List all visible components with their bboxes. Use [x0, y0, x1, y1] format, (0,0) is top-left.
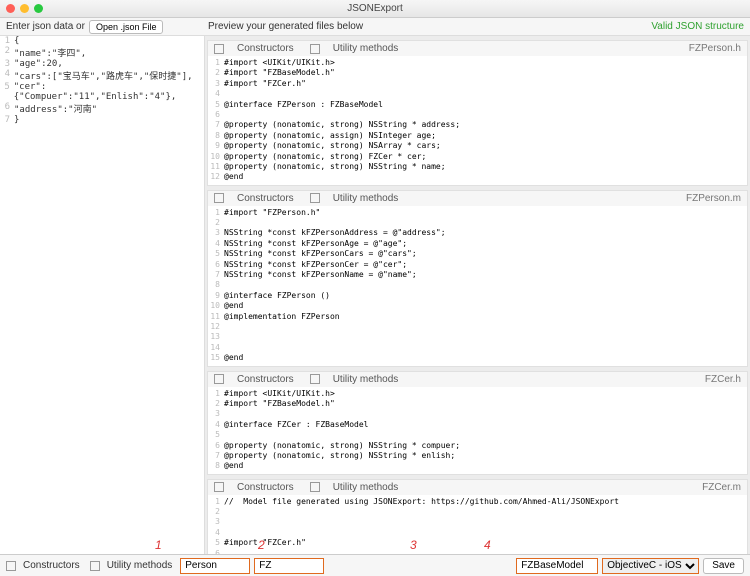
constructors-checkbox[interactable]	[214, 482, 224, 492]
file-block: Constructors Utility methods FZPerson.h 1#i…	[207, 40, 748, 186]
utility-label: Utility methods	[333, 374, 399, 385]
marker-3: 3	[410, 538, 417, 552]
json-input-area[interactable]: 1{2"name":"李四",3"age":20,4"cars":["宝马车",…	[0, 36, 205, 554]
code-area[interactable]: 1// Model file generated using JSONExpor…	[208, 495, 747, 554]
utility-checkbox[interactable]	[310, 374, 320, 384]
utility-label: Utility methods	[107, 560, 173, 571]
window-title: JSONExport	[0, 3, 750, 14]
class-name-input[interactable]	[180, 558, 250, 574]
utility-label: Utility methods	[333, 43, 399, 54]
base-class-input[interactable]	[516, 558, 598, 574]
code-area[interactable]: 1#import <UIKit/UIKit.h>2#import "FZBase…	[208, 387, 747, 474]
constructors-checkbox[interactable]	[214, 44, 224, 54]
file-name: FZPerson.h	[689, 43, 741, 54]
code-area[interactable]: 1#import <UIKit/UIKit.h>2#import "FZBase…	[208, 56, 747, 185]
preview-area: Constructors Utility methods FZPerson.h 1#i…	[205, 36, 750, 554]
constructors-label: Constructors	[237, 374, 294, 385]
save-button[interactable]: Save	[703, 558, 744, 574]
constructors-checkbox[interactable]	[214, 193, 224, 203]
footer-bar: Constructors Utility methods ObjectiveC …	[0, 554, 750, 576]
marker-4: 4	[484, 538, 491, 552]
utility-label: Utility methods	[333, 482, 399, 493]
prefix-input[interactable]	[254, 558, 324, 574]
enter-json-label: Enter json data or	[6, 21, 85, 32]
file-name: FZPerson.m	[686, 193, 741, 204]
constructors-label: Constructors	[237, 43, 294, 54]
utility-checkbox[interactable]	[310, 193, 320, 203]
constructors-checkbox[interactable]	[6, 561, 16, 571]
language-select[interactable]: ObjectiveC - iOS	[602, 558, 699, 574]
utility-checkbox[interactable]	[310, 482, 320, 492]
preview-label: Preview your generated files below	[208, 21, 363, 32]
utility-label: Utility methods	[333, 193, 399, 204]
constructors-label: Constructors	[23, 560, 80, 571]
file-name: FZCer.m	[702, 482, 741, 493]
file-block: Constructors Utility methods FZCer.m 1// Mo…	[207, 479, 748, 554]
file-name: FZCer.h	[705, 374, 741, 385]
constructors-checkbox[interactable]	[214, 374, 224, 384]
title-bar: JSONExport	[0, 0, 750, 18]
utility-checkbox[interactable]	[90, 561, 100, 571]
toolbar: Enter json data or Open .json File Previ…	[0, 18, 750, 36]
file-block: Constructors Utility methods FZPerson.m 1#i…	[207, 190, 748, 367]
constructors-label: Constructors	[237, 482, 294, 493]
utility-checkbox[interactable]	[310, 44, 320, 54]
marker-2: 2	[258, 538, 265, 552]
open-json-button[interactable]: Open .json File	[89, 20, 164, 34]
code-area[interactable]: 1#import "FZPerson.h"23NSString *const k…	[208, 206, 747, 366]
file-block: Constructors Utility methods FZCer.h 1#impo…	[207, 371, 748, 475]
constructors-label: Constructors	[237, 193, 294, 204]
marker-1: 1	[155, 538, 162, 552]
valid-json-label: Valid JSON structure	[651, 21, 744, 32]
